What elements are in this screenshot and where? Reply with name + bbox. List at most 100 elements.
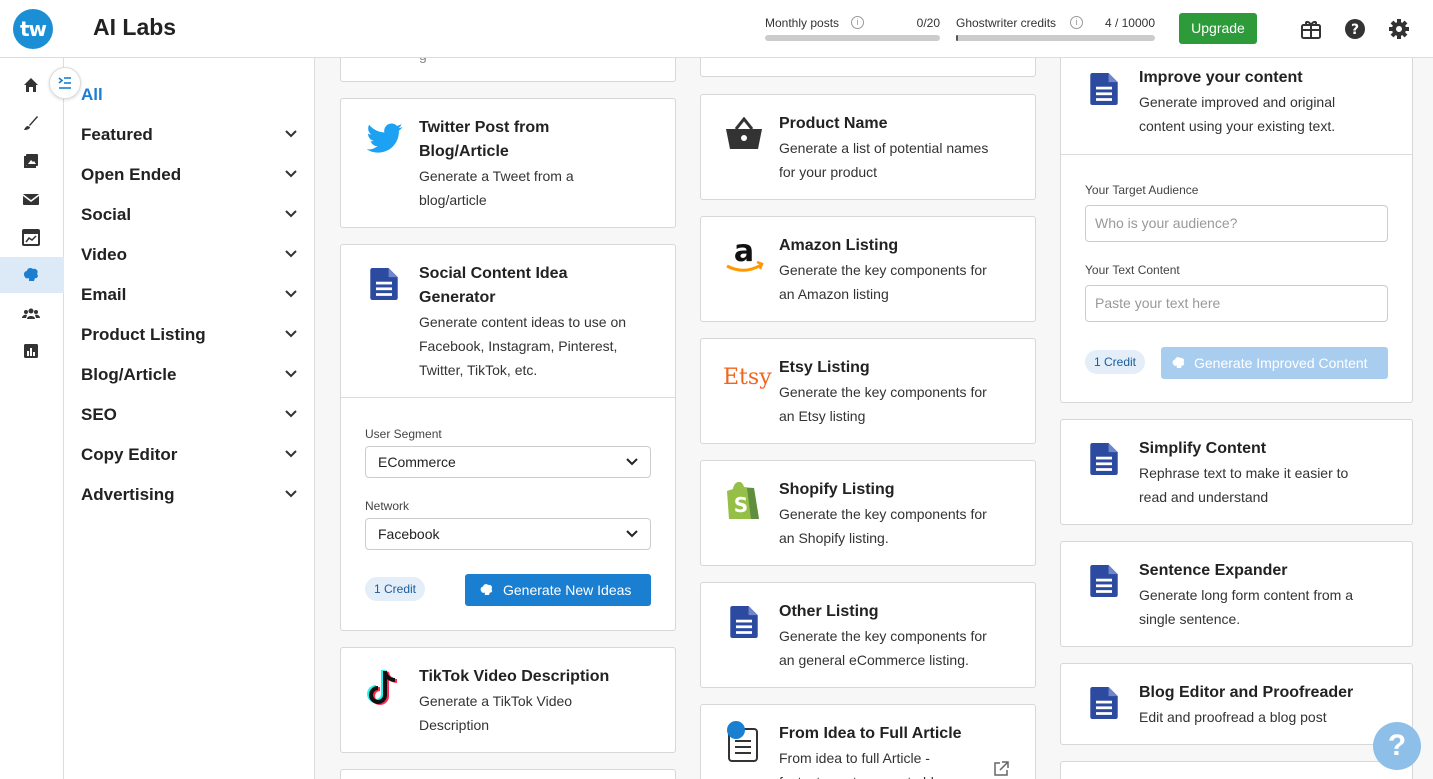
text-content-label: Your Text Content: [1085, 263, 1180, 277]
card-title: Etsy Listing: [779, 359, 870, 376]
ghostwriter-credits-fill: [956, 35, 958, 41]
user-segment-select[interactable]: ECommerce: [365, 446, 651, 478]
card-description: Rephrase text to make it easier to: [1139, 465, 1349, 481]
card-title: Social Content Idea: [419, 265, 568, 282]
category-featured[interactable]: Featured: [81, 125, 297, 149]
brain-icon: [480, 584, 493, 595]
rail-compose[interactable]: [0, 105, 64, 141]
info-icon[interactable]: i: [1070, 16, 1083, 29]
chevron-down-icon: [285, 370, 297, 378]
category-label: Social: [81, 205, 132, 224]
category-email[interactable]: Email: [81, 285, 297, 309]
tool-card-partial[interactable]: g: [340, 58, 676, 82]
category-social[interactable]: Social: [81, 205, 297, 229]
tool-grid: g Twitter Post from Blog/Article Generat…: [315, 58, 1433, 779]
document-icon: [1090, 73, 1118, 105]
category-label: Advertising: [81, 485, 175, 504]
left-rail: [0, 58, 64, 779]
card-description: blog/article: [419, 192, 487, 208]
tool-card-other-listing[interactable]: Other Listing Generate the key component…: [700, 582, 1036, 688]
rail-team[interactable]: [0, 295, 64, 331]
twitter-icon: [366, 123, 403, 153]
category-all[interactable]: All: [81, 85, 297, 109]
category-product-listing[interactable]: Product Listing: [81, 325, 297, 349]
category-copy-editor[interactable]: Copy Editor: [81, 445, 297, 469]
gear-icon[interactable]: [1387, 17, 1411, 41]
tool-card-twitter-post[interactable]: Twitter Post from Blog/Article Generate …: [340, 98, 676, 228]
tool-card-simplify[interactable]: Simplify Content Rephrase text to make i…: [1060, 419, 1413, 525]
external-link-icon[interactable]: [993, 761, 1009, 777]
card-description: read and understand: [1139, 489, 1269, 505]
card-description: Generate the key components for: [779, 384, 987, 400]
card-title: Other Listing: [779, 603, 879, 620]
target-audience-input[interactable]: Who is your audience?: [1085, 205, 1388, 242]
generate-new-ideas-button[interactable]: Generate New Ideas: [465, 574, 651, 606]
tool-card-partial[interactable]: [340, 769, 676, 779]
tool-card-partial[interactable]: [700, 58, 1036, 77]
tool-card-partial[interactable]: [1060, 761, 1413, 779]
tool-card-improve-content: Improve your content Generate improved a…: [1060, 58, 1413, 403]
button-label: Generate New Ideas: [503, 582, 632, 598]
chevron-down-icon: [285, 210, 297, 218]
card-description: Generate content ideas to use on: [419, 314, 627, 330]
monthly-posts-meter: Monthly posts i 0/20: [765, 14, 940, 44]
info-icon[interactable]: i: [851, 16, 864, 29]
users-icon: [22, 308, 40, 319]
collapse-nav-button[interactable]: [49, 67, 81, 99]
category-advertising[interactable]: Advertising: [81, 485, 297, 509]
card-description: for your product: [779, 164, 878, 180]
card-description: fastest way to a create blog: [779, 770, 949, 779]
upgrade-button[interactable]: Upgrade: [1179, 13, 1257, 44]
category-blog-article[interactable]: Blog/Article: [81, 365, 297, 389]
category-nav: All Featured Open Ended Social Video Email Pr…: [64, 58, 315, 779]
category-open-ended[interactable]: Open Ended: [81, 165, 297, 189]
divider: [341, 397, 675, 398]
category-label: Product Listing: [81, 325, 206, 344]
chevron-down-icon: [285, 170, 297, 178]
card-description: Twitter, TikTok, etc.: [419, 362, 538, 378]
gift-icon[interactable]: [1299, 17, 1323, 41]
tool-card-product-name[interactable]: Product Name Generate a list of potentia…: [700, 94, 1036, 200]
help-icon[interactable]: ?: [1343, 17, 1367, 41]
rail-email[interactable]: [0, 181, 64, 217]
svg-text:?: ?: [1351, 22, 1359, 38]
card-title: Sentence Expander: [1139, 562, 1288, 579]
document-icon: [730, 606, 758, 638]
ghostwriter-credits-bar: [956, 35, 1155, 41]
category-seo[interactable]: SEO: [81, 405, 297, 429]
tool-card-shopify[interactable]: S Shopify Listing Generate the key compo…: [700, 460, 1036, 566]
brain-icon: [1172, 357, 1185, 368]
tool-card-amazon[interactable]: a Amazon Listing Generate the key compon…: [700, 216, 1036, 322]
basket-icon: [726, 117, 762, 149]
tool-card-sentence-expander[interactable]: Sentence Expander Generate long form con…: [1060, 541, 1413, 647]
generate-improved-content-button[interactable]: Generate Improved Content: [1161, 347, 1388, 379]
card-description: Edit and proofread a blog post: [1139, 709, 1327, 725]
category-label: Video: [81, 245, 127, 264]
network-value: Facebook: [378, 526, 440, 542]
credit-badge: 1 Credit: [1085, 350, 1145, 374]
card-description: content using your existing text.: [1139, 118, 1336, 134]
rail-media[interactable]: [0, 143, 64, 179]
category-video[interactable]: Video: [81, 245, 297, 269]
text-content-input[interactable]: Paste your text here: [1085, 285, 1388, 322]
chevron-down-icon: [285, 250, 297, 258]
rail-ai-labs[interactable]: [0, 257, 64, 293]
network-select[interactable]: Facebook: [365, 518, 651, 550]
monthly-posts-bar: [765, 35, 940, 41]
tool-card-tiktok[interactable]: TikTok Video Description Generate a TikT…: [340, 647, 676, 753]
card-description: Generate improved and original: [1139, 94, 1336, 110]
tool-card-idea-to-article[interactable]: From Idea to Full Article From idea to f…: [700, 704, 1036, 779]
category-label: SEO: [81, 405, 117, 424]
ghostwriter-credits-value: 4 / 10000: [1104, 16, 1155, 30]
tool-card-blog-editor[interactable]: Blog Editor and Proofreader Edit and pro…: [1060, 663, 1413, 745]
rail-calendar[interactable]: [0, 219, 64, 255]
calendar-chart-icon: [22, 229, 40, 246]
card-description: Generate a list of potential names: [779, 140, 989, 156]
card-title: Improve your content: [1139, 69, 1303, 86]
tool-card-etsy[interactable]: Etsy Etsy Listing Generate the key compo…: [700, 338, 1036, 444]
document-icon: [1090, 687, 1118, 719]
rail-analytics[interactable]: [0, 333, 64, 369]
logo[interactable]: tw: [13, 9, 53, 49]
help-chat-button[interactable]: ?: [1373, 722, 1421, 770]
card-description: Generate the key components for: [779, 506, 987, 522]
